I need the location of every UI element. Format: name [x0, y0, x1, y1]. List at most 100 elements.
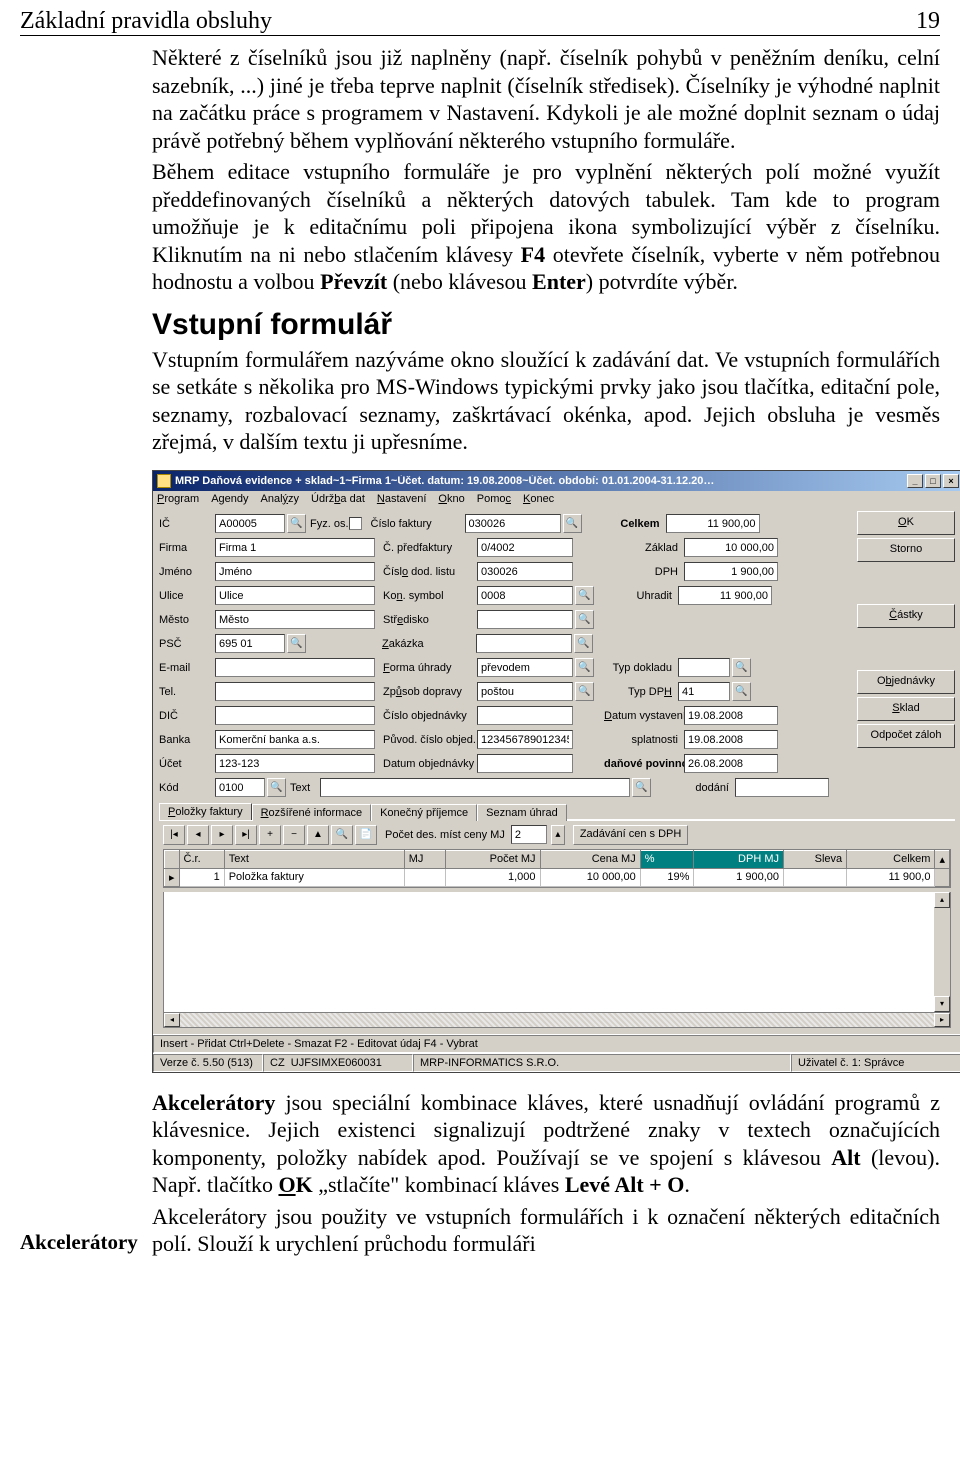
- col-celkem[interactable]: Celkem: [847, 850, 935, 868]
- cell-celkem[interactable]: 11 900,0: [847, 868, 935, 886]
- dph-field[interactable]: [684, 562, 778, 581]
- cpred-field[interactable]: [477, 538, 573, 557]
- scroll-up-icon[interactable]: ▴: [934, 892, 950, 908]
- menu-konec[interactable]: Konec: [523, 493, 554, 505]
- col-cena[interactable]: Cena MJ: [540, 850, 640, 868]
- tab-rozsirene[interactable]: Rozšířené informace: [252, 804, 372, 821]
- col-sleva[interactable]: Sleva: [784, 850, 847, 868]
- text-field[interactable]: [320, 778, 630, 797]
- tdph-field[interactable]: [678, 682, 730, 701]
- banka-field[interactable]: [215, 730, 375, 749]
- menu-agendy[interactable]: Agendy: [211, 493, 248, 505]
- danp-field[interactable]: [684, 754, 778, 773]
- pocet-spin[interactable]: ▴: [551, 825, 565, 845]
- col-pocet[interactable]: Počet MJ: [445, 850, 540, 868]
- ic-lookup-icon[interactable]: 🔍: [287, 514, 306, 533]
- tdokl-lookup-icon[interactable]: 🔍: [732, 658, 751, 677]
- splat-field[interactable]: [684, 730, 778, 749]
- tdph-lookup-icon[interactable]: 🔍: [732, 682, 751, 701]
- cell-pct[interactable]: 19%: [640, 868, 694, 886]
- scroll-right-icon[interactable]: ▸: [934, 1013, 950, 1027]
- odpocet-button[interactable]: Odpočet záloh: [857, 724, 955, 748]
- objednavky-button[interactable]: Objednávky: [857, 670, 955, 694]
- email-field[interactable]: [215, 658, 375, 677]
- ic-field[interactable]: [215, 514, 285, 533]
- nav-next[interactable]: ▸: [211, 825, 233, 845]
- stred-field[interactable]: [477, 610, 573, 629]
- menu-pomoc[interactable]: Pomoc: [477, 493, 511, 505]
- nav-add[interactable]: +: [259, 825, 281, 845]
- tdokl-field[interactable]: [678, 658, 730, 677]
- cell-sleva[interactable]: [784, 868, 847, 886]
- cell-cena[interactable]: 10 000,00: [540, 868, 640, 886]
- col-text[interactable]: Text: [224, 850, 404, 868]
- nav-tool2[interactable]: 📄: [355, 825, 377, 845]
- stred-lookup-icon[interactable]: 🔍: [575, 610, 594, 629]
- tab-konecny[interactable]: Konečný příjemce: [371, 804, 477, 821]
- jmeno-field[interactable]: [215, 562, 375, 581]
- scroll-down-icon[interactable]: ▾: [934, 996, 950, 1012]
- psc-lookup-icon[interactable]: 🔍: [287, 634, 306, 653]
- pocet-des-field[interactable]: [511, 825, 547, 844]
- dobj-field[interactable]: [477, 754, 573, 773]
- close-button[interactable]: ×: [943, 474, 959, 488]
- cell-pocet[interactable]: 1,000: [445, 868, 540, 886]
- ok-button[interactable]: OK: [857, 511, 955, 535]
- col-pct[interactable]: %: [640, 850, 694, 868]
- dvyst-field[interactable]: [684, 706, 778, 725]
- castky-button[interactable]: Částky: [857, 604, 955, 628]
- zak-lookup-icon[interactable]: 🔍: [574, 634, 593, 653]
- horizontal-scrollbar[interactable]: ◂ ▸: [163, 1012, 951, 1028]
- firma-field[interactable]: [215, 538, 375, 557]
- ksym-field[interactable]: [477, 586, 573, 605]
- cell-mj[interactable]: [404, 868, 445, 886]
- nav-del[interactable]: −: [283, 825, 305, 845]
- menu-nastaveni[interactable]: Nastavení: [377, 493, 427, 505]
- menu-analyzy[interactable]: Analýzy: [261, 493, 300, 505]
- nav-tool1[interactable]: 🔍: [331, 825, 353, 845]
- mesto-field[interactable]: [215, 610, 375, 629]
- ulice-field[interactable]: [215, 586, 375, 605]
- minimize-button[interactable]: _: [907, 474, 923, 488]
- table-row[interactable]: ▸ 1 Položka faktury 1,000 10 000,00 19% …: [165, 868, 950, 886]
- tab-polozky[interactable]: Položky faktury: [159, 803, 252, 820]
- cell-text[interactable]: Položka faktury: [224, 868, 404, 886]
- menu-program[interactable]: Program: [157, 493, 199, 505]
- cfak-field[interactable]: [465, 514, 561, 533]
- col-mj[interactable]: MJ: [404, 850, 445, 868]
- ucet-field[interactable]: [215, 754, 375, 773]
- titlebar[interactable]: MRP Daňová evidence + sklad~1~Firma 1~Úč…: [153, 471, 960, 491]
- menu-udrzba[interactable]: Údržba dat: [311, 493, 365, 505]
- kod-field[interactable]: [215, 778, 265, 797]
- pcobj-field[interactable]: [477, 730, 573, 749]
- celkem-field[interactable]: [666, 514, 760, 533]
- col-dphmj[interactable]: DPH MJ: [694, 850, 784, 868]
- ksym-lookup-icon[interactable]: 🔍: [575, 586, 594, 605]
- fuhr-field[interactable]: [477, 658, 573, 677]
- tel-field[interactable]: [215, 682, 375, 701]
- cell-dphmj[interactable]: 1 900,00: [694, 868, 784, 886]
- sklad-button[interactable]: Sklad: [857, 697, 955, 721]
- col-cr[interactable]: Č.r.: [179, 850, 224, 868]
- nav-edit[interactable]: ▲: [307, 825, 329, 845]
- menu-okno[interactable]: Okno: [438, 493, 464, 505]
- zaklad-field[interactable]: [684, 538, 778, 557]
- fyzos-checkbox[interactable]: [349, 517, 362, 530]
- psc-field[interactable]: [215, 634, 285, 653]
- cfak-lookup-icon[interactable]: 🔍: [563, 514, 582, 533]
- cdod-field[interactable]: [477, 562, 573, 581]
- scroll-head[interactable]: ▴: [935, 850, 950, 868]
- storno-button[interactable]: Storno: [857, 538, 955, 562]
- nav-first[interactable]: |◂: [163, 825, 185, 845]
- scroll-left-icon[interactable]: ◂: [164, 1013, 180, 1027]
- fuhr-lookup-icon[interactable]: 🔍: [575, 658, 594, 677]
- zdop-field[interactable]: [477, 682, 573, 701]
- cell-cr[interactable]: 1: [179, 868, 224, 886]
- cobj-field[interactable]: [477, 706, 573, 725]
- zadavani-dph-button[interactable]: Zadávání cen s DPH: [573, 825, 689, 845]
- tab-seznam[interactable]: Seznam úhrad: [477, 804, 567, 821]
- nav-last[interactable]: ▸|: [235, 825, 257, 845]
- nav-prev[interactable]: ◂: [187, 825, 209, 845]
- dic-field[interactable]: [215, 706, 375, 725]
- zak-field[interactable]: [476, 634, 572, 653]
